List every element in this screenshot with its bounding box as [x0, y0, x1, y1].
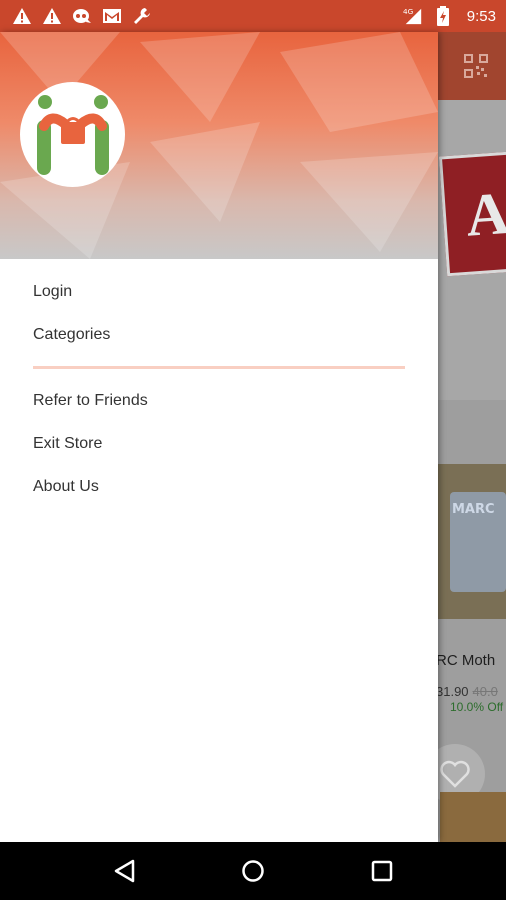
recents-icon [371, 860, 392, 882]
drawer-header [0, 32, 438, 259]
product-price: 31.90 [436, 684, 469, 699]
product-name: RC Moth [436, 652, 496, 669]
heart-icon [440, 760, 470, 788]
system-nav-bar [0, 842, 506, 900]
product-image-2 [440, 792, 506, 842]
signal-icon: 4G [403, 6, 423, 26]
product-price-row: 31.90 40.0 [436, 684, 498, 699]
status-bar-notifications [12, 6, 152, 26]
home-button[interactable] [233, 851, 273, 891]
product-brand: MARC [452, 502, 495, 517]
banner-sign: A [438, 151, 506, 277]
menu-item-about-us[interactable]: About Us [0, 465, 438, 508]
drawer-menu: Login Categories Refer to Friends Exit S… [0, 259, 438, 508]
gmail-icon [102, 6, 122, 26]
product-old-price: 40.0 [472, 684, 498, 699]
status-time: 9:53 [466, 7, 496, 25]
banner-letter: A [463, 179, 506, 249]
menu-item-refer-to-friends[interactable]: Refer to Friends [0, 379, 438, 422]
home-icon [242, 860, 264, 882]
product-discount: 10.0% Off [450, 700, 504, 714]
back-button[interactable] [104, 851, 144, 891]
status-bar-system: 4G 9:53 [403, 6, 496, 26]
logo-icon [36, 94, 109, 175]
menu-item-login[interactable]: Login [0, 270, 438, 313]
app-logo [20, 82, 125, 187]
status-bar: 4G 9:53 [0, 0, 506, 32]
battery-icon [433, 6, 453, 26]
navigation-drawer: Login Categories Refer to Friends Exit S… [0, 32, 438, 842]
menu-item-categories[interactable]: Categories [0, 313, 438, 356]
back-icon [115, 859, 135, 883]
voicemail-icon [72, 6, 92, 26]
warning-icon [42, 6, 62, 26]
qr-code-icon [464, 54, 488, 78]
recents-button[interactable] [362, 851, 402, 891]
warning-icon [12, 6, 32, 26]
menu-item-exit-store[interactable]: Exit Store [0, 422, 438, 465]
menu-divider [33, 366, 405, 369]
wrench-icon [132, 6, 152, 26]
network-label: 4G [403, 7, 414, 16]
